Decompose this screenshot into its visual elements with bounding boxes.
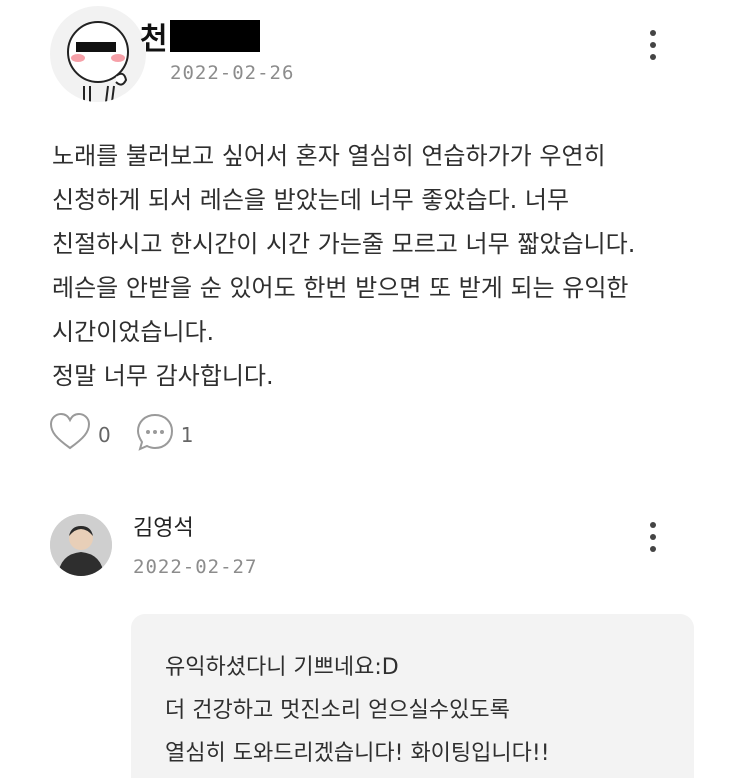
post-author-visible: 천: [140, 22, 168, 57]
comment-author-avatar[interactable]: [50, 514, 112, 576]
post-actions: 0 1: [48, 412, 193, 457]
post-body-line: 정말 너무 감사합니다.: [52, 362, 274, 390]
like-button[interactable]: 0: [48, 412, 111, 457]
comment-count: 1: [180, 422, 194, 447]
post-body-line: 레슨을 안받을 순 있어도 한번 받으면 또 받게 되는 유익한: [52, 274, 629, 302]
comment-button[interactable]: 1: [135, 412, 194, 457]
reply-line: 열심히 도와드리겠습니다! 화이팅입니다!!: [165, 741, 550, 766]
post-date: 2022-02-26: [170, 62, 295, 84]
comment-more-icon[interactable]: [643, 520, 663, 554]
post-body-line: 친절하시고 한시간이 시간 가는줄 모르고 너무 짧았습니다.: [52, 230, 636, 258]
author-avatar[interactable]: [50, 6, 146, 102]
like-count: 0: [98, 422, 111, 447]
speech-bubble-icon: [135, 412, 175, 457]
post-body-line: 시간이었습니다.: [52, 318, 215, 346]
post-more-icon[interactable]: [643, 28, 663, 62]
post-body-line: 신청하게 되서 레슨을 받았는데 너무 좋았습다. 너무: [52, 186, 570, 214]
comment-author-name[interactable]: 김영석: [133, 510, 194, 542]
reply-text: 유익하셨다니 기쁘네요:D 더 건강하고 멋진소리 얻으실수있도록 열심히 도와…: [165, 646, 550, 775]
post-body-line: 노래를 불러보고 싶어서 혼자 열심히 연습하가가 우연히: [52, 142, 606, 170]
post-author-name[interactable]: 천: [140, 14, 260, 58]
comment-date: 2022-02-27: [133, 556, 258, 578]
post-body: 노래를 불러보고 싶어서 혼자 열심히 연습하가가 우연히 신청하게 되서 레슨…: [52, 134, 702, 398]
reply-line: 유익하셨다니 기쁘네요:D: [165, 655, 399, 680]
heart-icon: [48, 412, 92, 457]
reply-line: 더 건강하고 멋진소리 얻으실수있도록: [165, 698, 510, 723]
redacted-name-block: [169, 20, 260, 52]
